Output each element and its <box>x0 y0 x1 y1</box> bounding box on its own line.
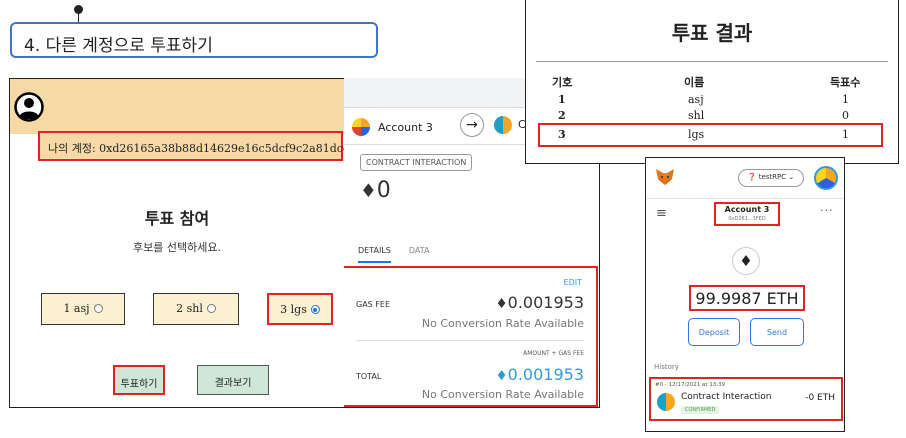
radio-button[interactable] <box>93 304 103 313</box>
vote-results-panel: 투표 결과 기호 이름 득표수 1 asj 1 2 shl 0 3 lgs 1 <box>525 0 899 164</box>
result-name: shl <box>688 109 705 122</box>
my-account-address: 나의 계정: 0xd26165a38b88d14629e16c5dcf9c2a8… <box>38 131 382 161</box>
result-votes: 1 <box>842 93 849 106</box>
more-options-icon[interactable]: ··· <box>820 204 834 217</box>
result-number: 1 <box>558 93 566 106</box>
dapp-header <box>10 79 344 134</box>
send-button[interactable]: Send <box>750 318 804 346</box>
vote-instruction: 후보를 선택하세요. <box>133 241 221 254</box>
results-title: 투표 결과 <box>671 21 753 45</box>
voting-dapp-panel: 나의 계정: 0xd26165a38b88d14629e16c5dcf9c2a8… <box>9 78 382 408</box>
result-name: asj <box>688 93 704 106</box>
divider <box>356 340 584 341</box>
contract-identicon-icon <box>494 116 512 134</box>
network-icon: ❓ <box>747 173 757 181</box>
amount-gas-label: AMOUNT + GAS FEE <box>523 350 584 357</box>
eth-balance: 99.9987 ETH <box>689 285 805 311</box>
from-account-name: Account 3 <box>378 121 433 134</box>
menu-icon[interactable]: ≡ <box>656 206 667 221</box>
contract-identicon-icon <box>657 393 675 411</box>
tx-date: #0 - 12/17/2021 at 13:39 <box>655 382 726 388</box>
candidate-option-3[interactable]: 3 lgs <box>267 293 333 325</box>
network-name: testRPC <box>758 173 787 181</box>
tx-amount: -0 ETH <box>805 393 835 403</box>
col-header-number: 기호 <box>552 76 573 89</box>
metamask-fox-icon <box>656 169 674 185</box>
candidate-label: 1 asj <box>63 302 90 315</box>
chevron-down-icon: ⌄ <box>788 173 795 181</box>
total-label: TOTAL <box>356 372 382 381</box>
history-label: History <box>654 363 679 371</box>
divider <box>646 198 844 199</box>
view-results-button[interactable]: 결과보기 <box>197 365 269 395</box>
step-caption: 4. 다른 계정으로 투표하기 <box>10 22 378 58</box>
total-value: ♦0.001953 <box>495 365 584 384</box>
candidate-label: 3 lgs <box>280 303 307 316</box>
col-header-votes: 득표수 <box>830 76 861 89</box>
arrow-right-icon: → <box>460 113 484 137</box>
candidate-option-1[interactable]: 1 asj <box>41 293 125 325</box>
fee-details-box: EDIT GAS FEE ♦0.001953 No Conversion Rat… <box>344 266 598 407</box>
radio-button-selected[interactable] <box>310 305 320 314</box>
transaction-amount: ♦0 <box>360 178 391 203</box>
gas-fee-label: GAS FEE <box>356 300 391 309</box>
edit-gas-button[interactable]: EDIT <box>564 278 582 287</box>
no-conversion-text: No Conversion Rate Available <box>421 317 584 330</box>
user-avatar-icon <box>14 92 44 122</box>
eth-icon: ♦ <box>495 296 508 312</box>
eth-icon: ♦ <box>360 181 377 202</box>
tab-data[interactable]: DATA <box>409 246 430 255</box>
candidate-label: 2 shl <box>176 302 203 315</box>
no-conversion-text: No Conversion Rate Available <box>421 388 584 401</box>
contract-interaction-tag: CONTRACT INTERACTION <box>360 154 473 171</box>
detail-tabs: DETAILS DATA <box>358 246 429 263</box>
from-account: Account 3 <box>352 118 433 136</box>
result-highlight <box>538 123 883 147</box>
account-address: 0xD261...3FED <box>728 216 766 222</box>
radio-button[interactable] <box>206 304 216 313</box>
tx-title: Contract Interaction <box>681 392 772 402</box>
account-selector[interactable]: Account 3 0xD261...3FED <box>714 202 780 226</box>
gas-fee-value: ♦0.001953 <box>495 293 584 312</box>
network-selector[interactable]: ❓ testRPC ⌄ <box>738 169 804 187</box>
account-name: Account 3 <box>724 205 770 214</box>
result-votes: 0 <box>842 109 849 122</box>
deposit-button[interactable]: Deposit <box>688 318 740 346</box>
candidate-option-2[interactable]: 2 shl <box>153 293 239 325</box>
metamask-wallet-popup: ❓ testRPC ⌄ ≡ Account 3 0xD261...3FED ··… <box>645 157 845 432</box>
account-identicon-icon <box>352 118 370 136</box>
result-number: 2 <box>558 109 566 122</box>
tx-status-badge: CONFIRMED <box>681 406 720 414</box>
tab-details[interactable]: DETAILS <box>358 246 391 263</box>
eth-icon: ♦ <box>495 368 508 384</box>
vote-button[interactable]: 투표하기 <box>113 365 165 395</box>
divider <box>536 61 888 62</box>
ethereum-icon: ♦ <box>732 247 760 275</box>
transaction-history-item[interactable]: #0 - 12/17/2021 at 13:39 Contract Intera… <box>649 377 843 421</box>
vote-title: 투표 참여 <box>144 209 210 228</box>
col-header-name: 이름 <box>684 76 705 89</box>
account-avatar-button[interactable] <box>814 166 838 190</box>
